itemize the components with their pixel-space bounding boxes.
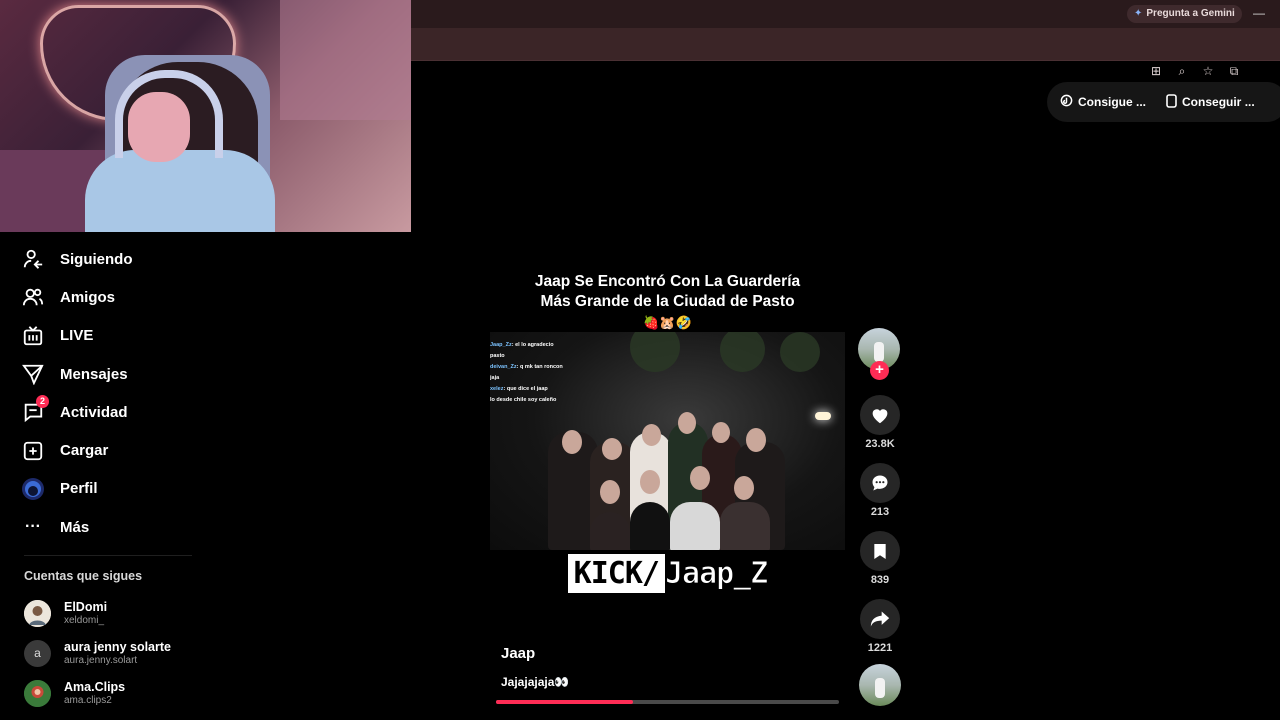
save-button[interactable]: 839 xyxy=(859,531,901,586)
friends-icon xyxy=(20,284,46,310)
kick-logo-text: KICK/ xyxy=(567,554,665,593)
profile-avatar xyxy=(20,476,46,502)
heart-icon xyxy=(872,409,888,424)
ask-gemini-button[interactable]: ✦ Pregunta a Gemini xyxy=(1127,5,1242,23)
video-crowd-scene xyxy=(530,372,810,550)
sidebar-item-label: Siguiendo xyxy=(60,250,133,268)
next-creator-avatar[interactable] xyxy=(859,664,901,706)
activity-icon: 2 xyxy=(20,395,49,425)
bookmark-icon xyxy=(874,543,886,559)
sidebar-item-label: Perfil xyxy=(60,480,98,498)
zoom-icon[interactable]: ⌕ xyxy=(1174,64,1190,79)
sidebar-item-perfil[interactable]: Perfil xyxy=(20,470,200,508)
messages-icon xyxy=(20,361,46,387)
save-count: 839 xyxy=(870,574,890,586)
video-description: Jajajajaja👀 xyxy=(501,675,570,689)
sidebar-item-mensajes[interactable]: Mensajes xyxy=(20,355,200,393)
top-actions-bar: Consigue ... Conseguir ... xyxy=(1047,82,1280,122)
get-coins-label: Consigue ... xyxy=(1078,95,1147,109)
video-progress-fill xyxy=(496,700,634,704)
activity-badge: 2 xyxy=(36,395,49,409)
bookmark-star-icon[interactable]: ☆ xyxy=(1200,64,1216,79)
video-progress-bar[interactable] xyxy=(496,700,839,704)
account-name: Ama.Clips xyxy=(64,679,126,694)
like-count: 23.8K xyxy=(865,438,895,450)
video-player[interactable]: Jaap_Zz: el lo agradecio pasto deivan_Zz… xyxy=(490,332,845,550)
kick-watermark: KICK/Jaap_Z xyxy=(490,554,845,593)
following-accounts-title: Cuentas que sigues xyxy=(24,569,143,583)
sidebar-nav: Siguiendo Amigos LIVE Mensajes 2 Activid… xyxy=(20,240,200,546)
sidebar-item-label: LIVE xyxy=(60,327,94,345)
sidebar-item-label: Cargar xyxy=(60,442,109,460)
video-title-line1: Jaap Se Encontró Con La Guardería xyxy=(534,273,801,290)
comment-icon xyxy=(872,475,888,491)
live-icon xyxy=(20,323,46,349)
stream-chat-overlay: Jaap_Zz: el lo agradecio pasto deivan_Zz… xyxy=(490,342,563,403)
get-app-button[interactable]: Conseguir ... xyxy=(1166,93,1255,111)
more-icon: ··· xyxy=(25,518,41,536)
account-name: aura jenny solarte xyxy=(64,639,171,654)
video-author[interactable]: Jaap xyxy=(501,645,535,662)
gemini-spark-icon: ✦ xyxy=(1134,8,1143,19)
account-handle: xeldomi_ xyxy=(64,614,105,626)
sidebar-item-mas[interactable]: ··· Más xyxy=(20,508,200,546)
video-title-line2: Más Grande de la Ciudad de Pasto xyxy=(540,293,795,310)
ask-gemini-label: Pregunta a Gemini xyxy=(1146,8,1235,19)
phone-icon xyxy=(1166,93,1177,111)
get-coins-button[interactable]: Consigue ... xyxy=(1060,94,1146,110)
account-name: ElDomi xyxy=(64,599,108,614)
account-avatar xyxy=(24,599,51,627)
account-avatar: a xyxy=(24,639,51,667)
sidebar-item-amigos[interactable]: Amigos xyxy=(20,278,200,316)
sidebar-item-label: Más xyxy=(60,518,90,536)
followed-account[interactable]: a aura jenny solarte aura.jenny.solart xyxy=(24,636,171,670)
sidebar-item-actividad[interactable]: 2 Actividad xyxy=(20,393,200,431)
share-button[interactable]: 1221 xyxy=(859,599,901,654)
sidebar-item-live[interactable]: LIVE xyxy=(20,317,200,355)
following-icon xyxy=(20,246,46,272)
share-icon xyxy=(870,611,890,627)
video-title-emoji: 🍓🐹🤣 xyxy=(643,315,692,330)
followed-account[interactable]: Ama.Clips ama.clips2 xyxy=(24,676,125,710)
follow-plus-button[interactable]: + xyxy=(870,361,889,380)
creator-avatar[interactable]: + xyxy=(858,328,900,380)
sidebar-item-label: Amigos xyxy=(60,288,116,306)
followed-account[interactable]: ElDomi xeldomi_ xyxy=(24,596,107,630)
like-button[interactable]: 23.8K xyxy=(859,395,901,450)
coin-icon xyxy=(1060,94,1073,110)
sidebar-item-label: Actividad xyxy=(60,403,128,421)
sidebar-item-label: Mensajes xyxy=(60,365,128,383)
comment-button[interactable]: 213 xyxy=(859,463,901,518)
share-count: 1221 xyxy=(867,642,893,654)
sidebar-item-cargar[interactable]: Cargar xyxy=(20,431,200,469)
account-handle: aura.jenny.solart xyxy=(64,654,138,666)
translate-icon[interactable]: ⊞ xyxy=(1148,64,1164,79)
video-actions: + 23.8K 213 839 1221 xyxy=(858,328,902,654)
account-handle: ama.clips2 xyxy=(64,694,112,706)
sidebar-item-siguiendo[interactable]: Siguiendo xyxy=(20,240,200,278)
video-title: Jaap Se Encontró Con La Guardería Más Gr… xyxy=(490,272,845,334)
comment-count: 213 xyxy=(870,506,890,518)
get-app-label: Conseguir ... xyxy=(1182,95,1255,109)
webcam-overlay xyxy=(0,0,411,232)
extensions-icon[interactable]: ⧉ xyxy=(1226,64,1242,79)
upload-icon xyxy=(20,438,46,464)
window-minimize-button[interactable]: — xyxy=(1253,6,1265,20)
account-avatar xyxy=(24,679,51,707)
sidebar-divider xyxy=(24,555,192,556)
streamer-name-overlay: Jaap_Z xyxy=(664,556,768,592)
